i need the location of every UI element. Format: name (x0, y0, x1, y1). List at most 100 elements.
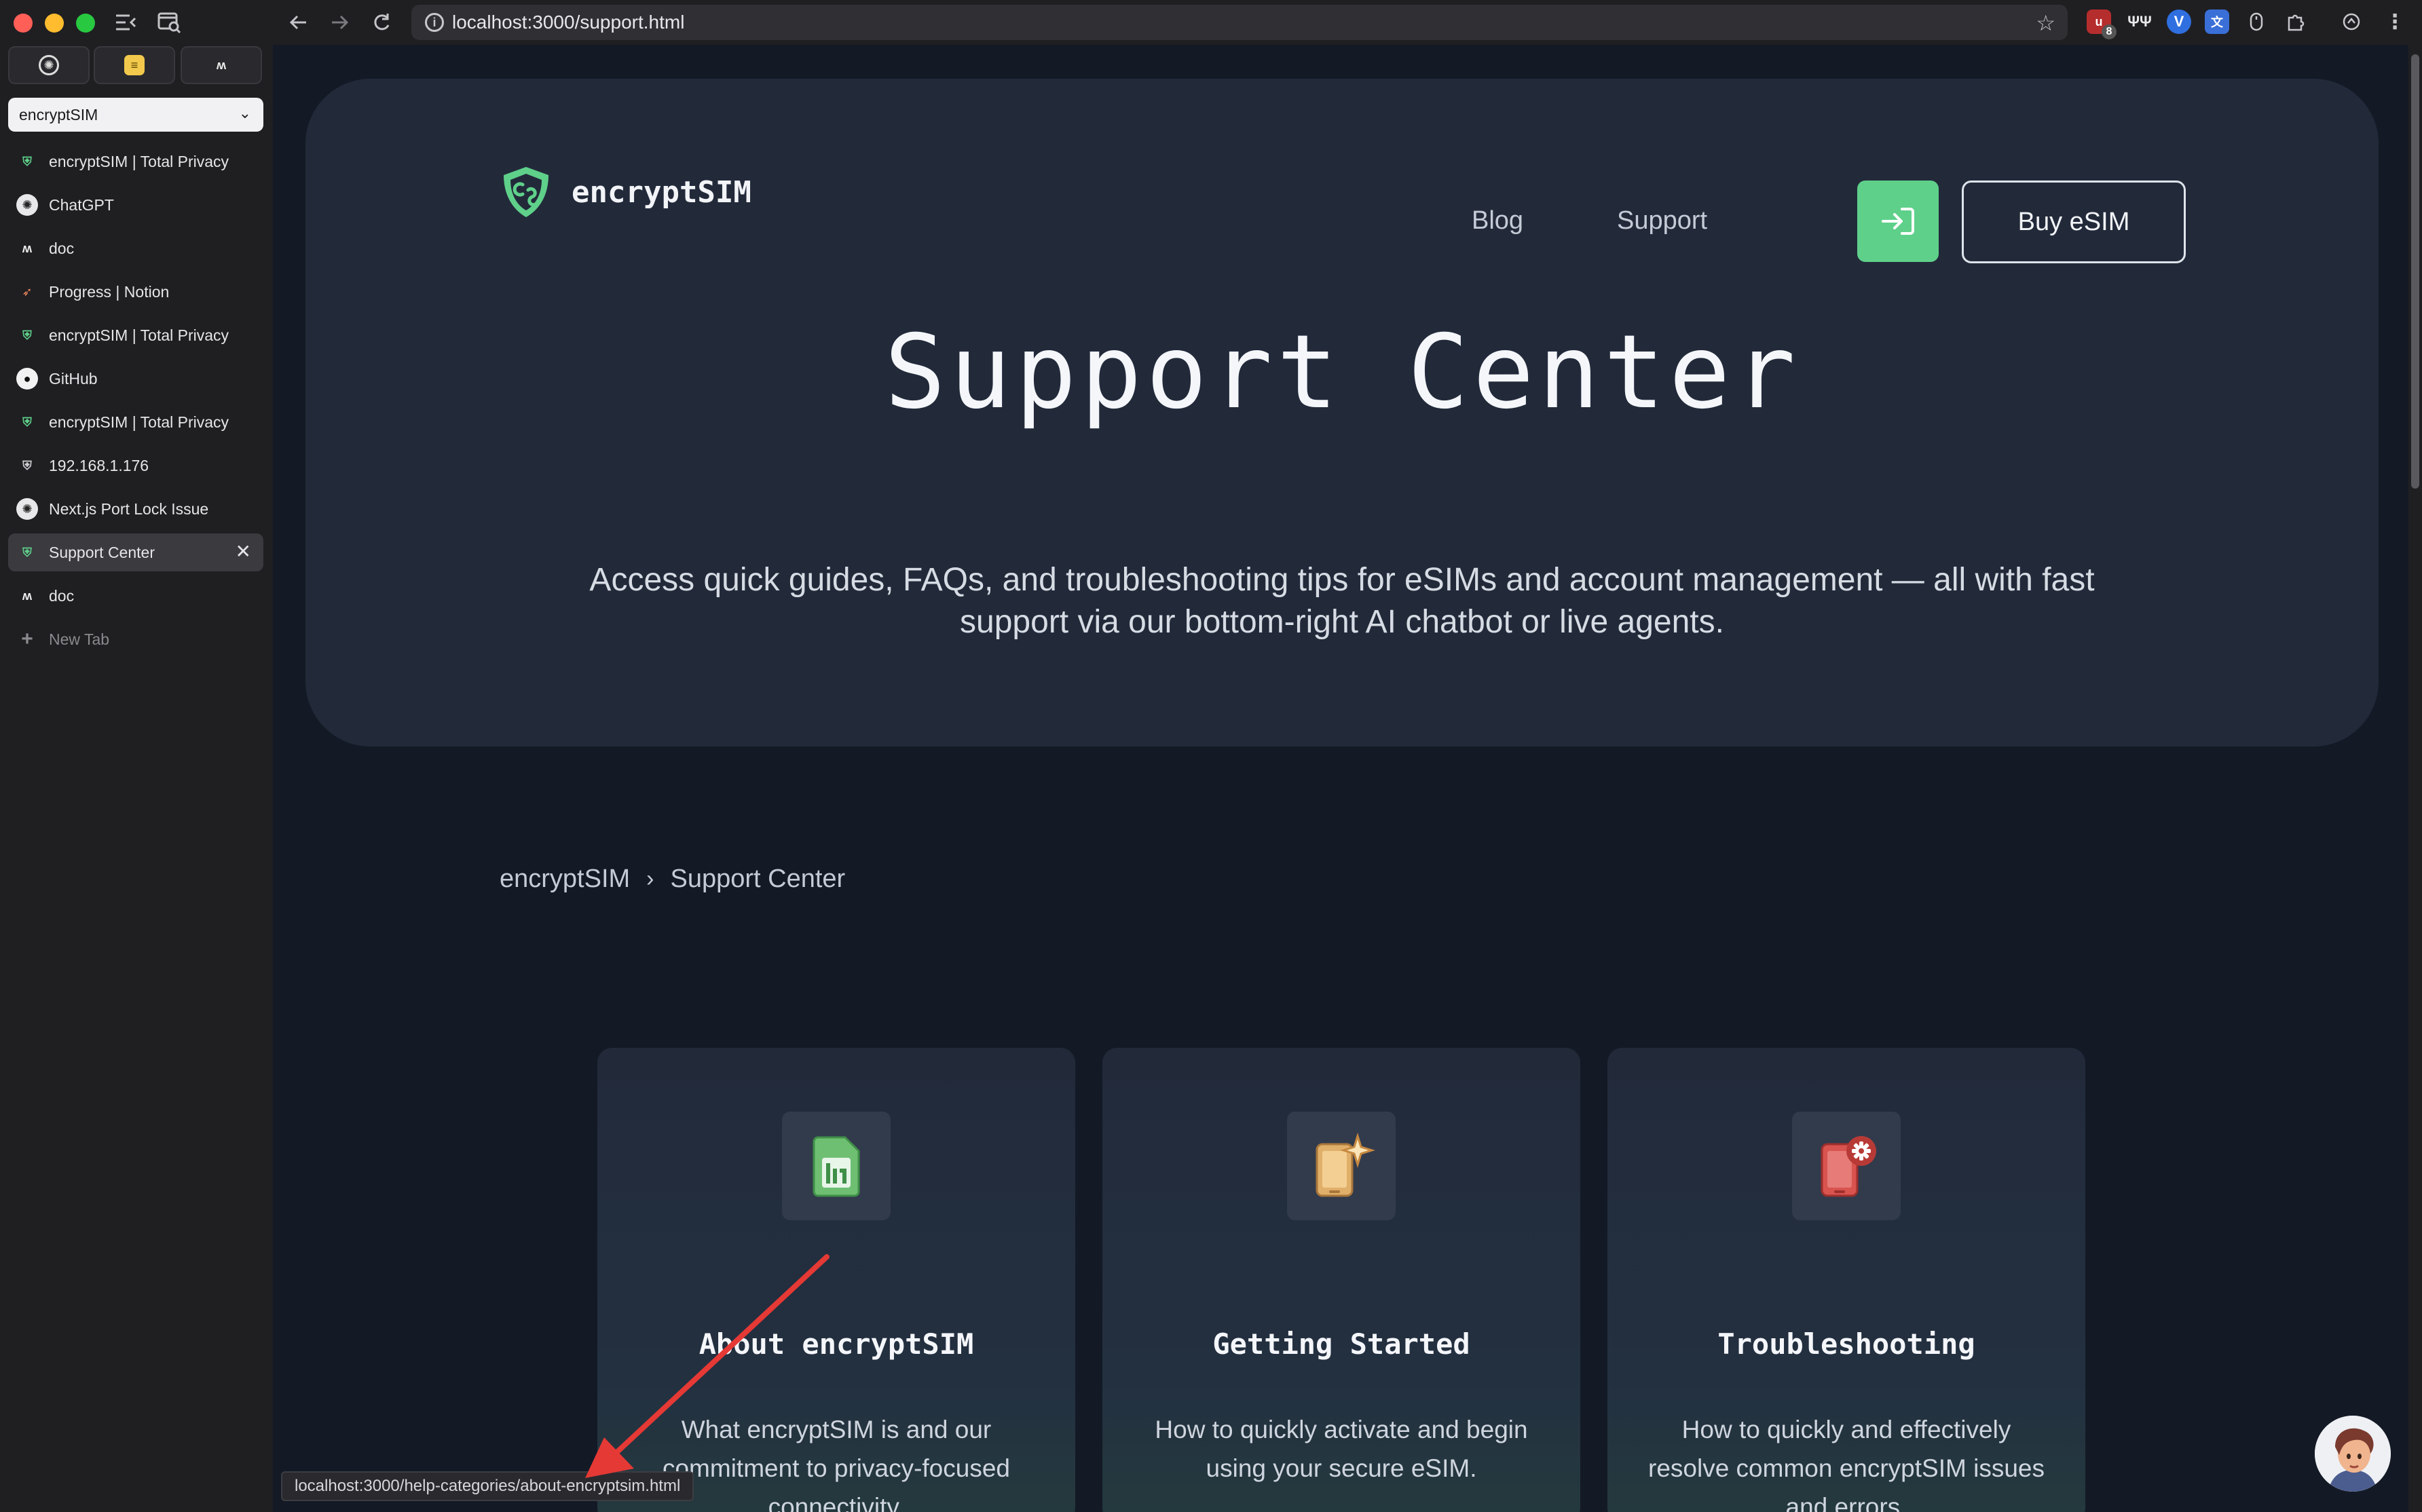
chevron-right-icon: › (646, 866, 654, 892)
pinned-tab-doc[interactable]: ʍ (181, 46, 262, 84)
translate-extension-icon[interactable]: 文 (2205, 10, 2229, 34)
page-title: Support Center (884, 314, 1800, 432)
bookmark-star-icon[interactable]: ☆ (2036, 10, 2055, 36)
nav-support-link[interactable]: Support (1617, 206, 1707, 235)
sidebar-tab[interactable]: ⛨ encryptSIM | Total Privacy (8, 403, 263, 441)
maximize-window-button[interactable] (76, 14, 95, 33)
close-window-button[interactable] (14, 14, 33, 33)
sidebar-tab[interactable]: ✺ Next.js Port Lock Issue (8, 490, 263, 528)
forward-arrow-icon[interactable] (326, 9, 353, 36)
nav-blog-link[interactable]: Blog (1472, 206, 1523, 235)
doc-icon: ʍ (22, 241, 32, 255)
address-bar-url[interactable]: localhost:3000/support.html (452, 13, 684, 32)
phone-sparkle-icon (1316, 1132, 1375, 1197)
pinned-tab-notes[interactable]: ≡ (94, 46, 175, 84)
card-title: Getting Started (1212, 1327, 1470, 1361)
sidebar-tab-label: ChatGPT (49, 195, 114, 214)
card-description: How to quickly and effectively resolve c… (1648, 1416, 2045, 1512)
sidebar-tab-label: 192.168.1.176 (49, 456, 149, 474)
sidebar-tab-label: Next.js Port Lock Issue (49, 499, 209, 518)
card-title: About encryptSIM (698, 1327, 974, 1361)
tab-search-icon[interactable] (156, 9, 183, 36)
mouse-extension-icon[interactable] (2244, 10, 2269, 34)
encryptsim-shield-icon: ⛨ (22, 328, 32, 342)
hero-subtitle: Access quick guides, FAQs, and troublesh… (589, 562, 2095, 640)
sidebar-tab[interactable]: ⛨ encryptSIM | Total Privacy (8, 143, 263, 181)
card-title: Troubleshooting (1717, 1327, 1975, 1361)
status-bar-link-preview: localhost:3000/help-categories/about-enc… (281, 1471, 694, 1501)
doc-icon: ʍ (22, 588, 32, 603)
encryptsim-shield-icon: ⛨ (22, 545, 32, 559)
plus-icon: + (21, 628, 33, 650)
card-description: How to quickly activate and begin using … (1155, 1416, 1528, 1482)
sidebar-tab[interactable]: ⛨ Support Center ✕ (8, 533, 263, 571)
address-bar[interactable]: i localhost:3000/support.html ☆ (411, 5, 2068, 40)
sim-card-icon (813, 1136, 860, 1197)
encryptsim-shield-icon: ⛨ (22, 415, 32, 429)
phone-gear-icon (1821, 1136, 1876, 1197)
extension-badge-count: 8 (2102, 24, 2117, 39)
chatgpt-icon: ✺ (16, 194, 38, 216)
new-tab-label: New Tab (49, 630, 110, 648)
login-button[interactable] (1857, 181, 1939, 262)
sidebar-tab-label: doc (49, 239, 75, 257)
sidebar-tab-label: Support Center (49, 543, 155, 561)
sidebar-tab[interactable]: ʍ doc (8, 229, 263, 267)
chatgpt-icon: ✺ (16, 498, 38, 520)
fork-extension-icon[interactable]: ΨΨ (2127, 10, 2152, 34)
browser-menu-icon[interactable]: ⋮ (2383, 10, 2407, 34)
brand-name: encryptSIM (572, 174, 751, 210)
new-tab-button[interactable]: + New Tab (8, 620, 263, 658)
shield-icon: ⛨ (22, 458, 32, 472)
notes-icon: ≡ (124, 55, 145, 75)
brand-logo-link[interactable]: encryptSIM (498, 164, 751, 220)
hero-section: encryptSIM Blog Support Buy eSIM Support… (305, 79, 2379, 746)
sidebar-tab[interactable]: ➶ Progress | Notion (8, 273, 263, 311)
chatbot-avatar-icon (2315, 1416, 2391, 1492)
sidebar-tab[interactable]: ʍ doc (8, 577, 263, 615)
sidebar-tab-label: encryptSIM | Total Privacy (49, 326, 229, 344)
tab-sidebar: ✺ ≡ ʍ encryptSIM ⌄ ⛨ encryptSIM | Total P… (0, 45, 273, 1512)
card-icon-box (1287, 1112, 1396, 1220)
sidebar-tab[interactable]: ⛨ 192.168.1.176 (8, 447, 263, 485)
sync-icon[interactable] (2339, 10, 2364, 34)
sidebar-tab[interactable]: ● GitHub (8, 360, 263, 398)
encryptsim-shield-icon (504, 167, 548, 217)
extensions-puzzle-icon[interactable] (2284, 10, 2308, 34)
sidebar-tab[interactable]: ⛨ encryptSIM | Total Privacy (8, 316, 263, 354)
buy-esim-button[interactable]: Buy eSIM (1962, 181, 2186, 263)
chatgpt-icon: ✺ (39, 55, 59, 75)
space-selector[interactable]: encryptSIM ⌄ (8, 98, 263, 132)
breadcrumb-current: Support Center (670, 865, 846, 893)
category-card-troubleshooting[interactable]: Troubleshooting How to quickly and effec… (1607, 1048, 2085, 1512)
page-viewport: encryptSIM Blog Support Buy eSIM Support… (273, 45, 2408, 1512)
card-icon-box (1792, 1112, 1901, 1220)
category-card-about[interactable]: About encryptSIM What encryptSIM is and … (597, 1048, 1075, 1512)
close-tab-icon[interactable]: ✕ (236, 540, 251, 563)
sidebar-tab-label: encryptSIM | Total Privacy (49, 152, 229, 170)
v-extension-icon[interactable]: V (2167, 10, 2191, 34)
sidebar-tab-label: GitHub (49, 369, 98, 388)
sidebar-tab-label: Progress | Notion (49, 282, 170, 301)
page-scrollbar-thumb[interactable] (2411, 54, 2419, 489)
toggle-sidebar-icon[interactable] (113, 9, 140, 36)
category-card-getting-started[interactable]: Getting Started How to quickly activate … (1102, 1048, 1580, 1512)
space-name: encryptSIM (19, 106, 98, 124)
doc-icon: ʍ (216, 58, 226, 72)
chatbot-avatar-button[interactable] (2315, 1416, 2391, 1492)
sidebar-tab-label: encryptSIM | Total Privacy (49, 413, 229, 431)
reload-icon[interactable] (368, 9, 395, 36)
github-icon: ● (16, 368, 38, 390)
sidebar-tab-label: doc (49, 586, 75, 605)
login-arrow-icon (1882, 208, 1914, 235)
breadcrumb-home-link[interactable]: encryptSIM (500, 865, 630, 894)
pinned-tab-chatgpt[interactable]: ✺ (8, 46, 90, 84)
sidebar-tab[interactable]: ✺ ChatGPT (8, 186, 263, 224)
back-arrow-icon[interactable] (285, 9, 312, 36)
site-info-icon[interactable]: i (425, 13, 444, 32)
chevron-down-icon: ⌄ (238, 105, 251, 121)
rocket-icon: ➶ (22, 284, 33, 299)
encryptsim-shield-icon: ⛨ (22, 154, 32, 168)
minimize-window-button[interactable] (45, 14, 64, 33)
ublock-extension-icon[interactable]: u8 (2087, 10, 2117, 39)
